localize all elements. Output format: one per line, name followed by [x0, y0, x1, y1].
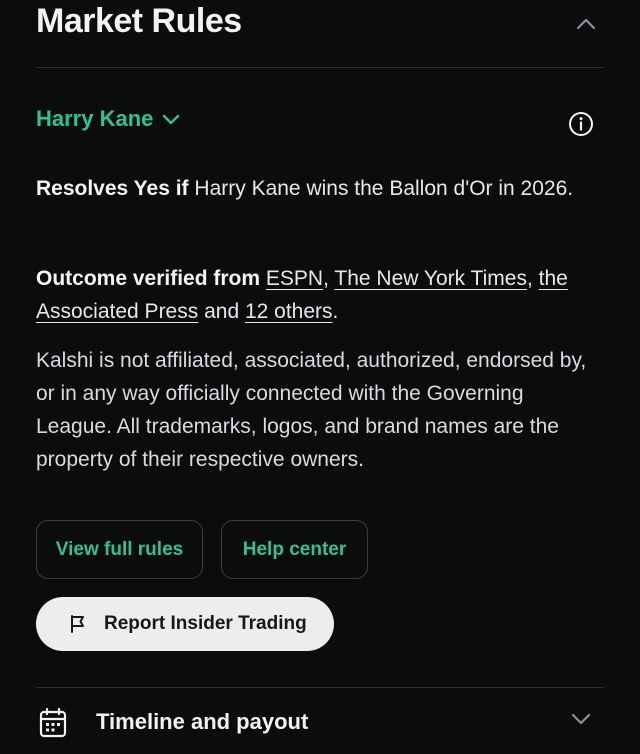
- flag-icon: [71, 615, 84, 633]
- source-link-others[interactable]: 12 others: [245, 300, 333, 323]
- timeline-and-payout-row[interactable]: Timeline and payout: [36, 704, 604, 744]
- view-full-rules-button[interactable]: View full rules: [36, 520, 203, 579]
- source-link-espn[interactable]: ESPN: [266, 267, 323, 290]
- info-button[interactable]: [568, 111, 594, 137]
- chevron-down-icon: [163, 114, 180, 125]
- source-separator: ,: [526, 267, 539, 290]
- section-title: Market Rules: [36, 2, 242, 40]
- market-name: Harry Kane: [36, 106, 154, 131]
- source-separator: and: [198, 300, 245, 323]
- calendar-icon: [39, 708, 67, 738]
- resolves-text: Harry Kane wins the Ballon d'Or in 2026.: [188, 177, 574, 200]
- chevron-up-icon: [576, 18, 596, 30]
- verification-sources: Outcome verified from ESPN, The New York…: [36, 262, 596, 328]
- market-rules-panel: Market Rules Harry Kane Resolves Yes if …: [0, 0, 640, 754]
- help-center-button[interactable]: Help center: [221, 520, 368, 579]
- report-insider-trading-button[interactable]: Report Insider Trading: [36, 597, 334, 651]
- resolves-label: Resolves Yes if: [36, 177, 189, 200]
- source-link-nyt[interactable]: The New York Times: [334, 267, 527, 290]
- resolution-rule: Resolves Yes if Harry Kane wins the Ball…: [36, 172, 596, 205]
- info-icon: [569, 112, 593, 136]
- source-end: .: [332, 300, 339, 323]
- market-selector[interactable]: Harry Kane: [36, 106, 181, 132]
- disclaimer: Kalshi is not affiliated, associated, au…: [36, 349, 587, 471]
- verified-label: Outcome verified from: [36, 267, 261, 290]
- section-header: Market Rules: [36, 0, 604, 68]
- source-separator: ,: [323, 267, 335, 290]
- chevron-down-icon: [571, 713, 591, 725]
- section-divider: [36, 687, 604, 688]
- report-button-label: Report Insider Trading: [104, 613, 307, 634]
- collapse-button[interactable]: [572, 10, 600, 38]
- timeline-label: Timeline and payout: [96, 709, 309, 734]
